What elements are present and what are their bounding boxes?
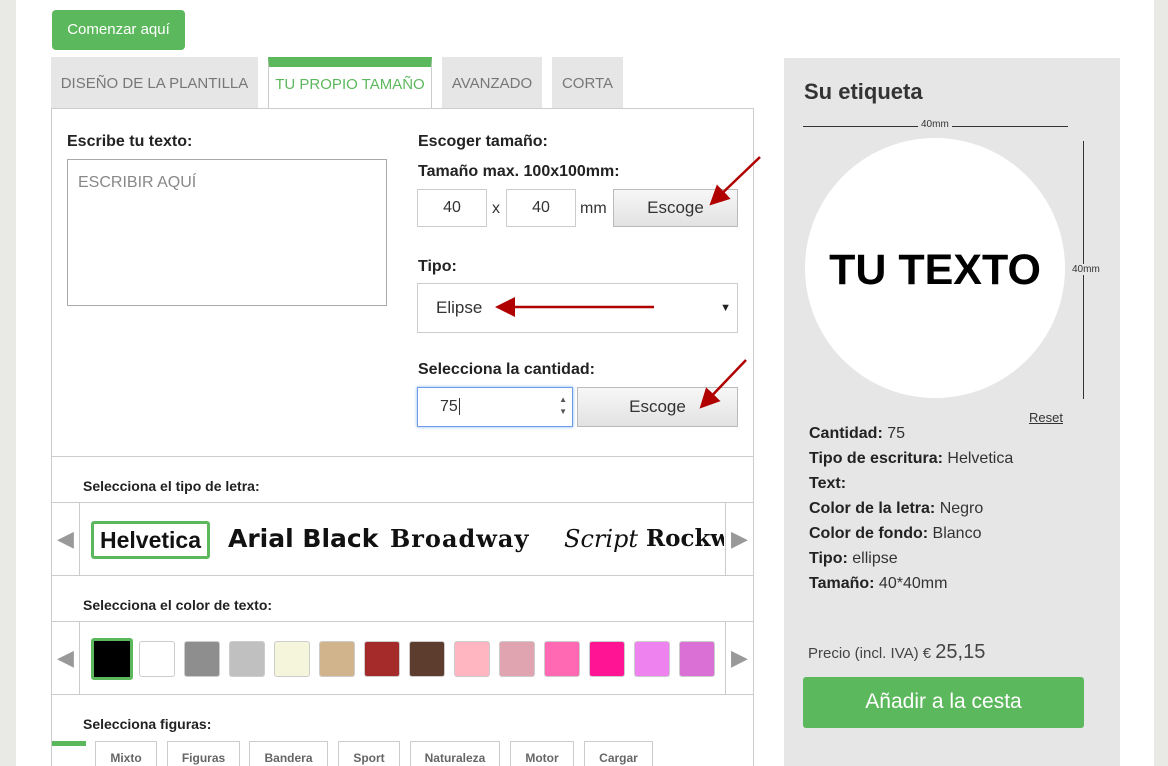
chevron-down-icon: ▼ (720, 302, 731, 314)
width-input[interactable]: 40 (417, 189, 487, 227)
size-unit: mm (580, 200, 607, 217)
font-label: Selecciona el tipo de letra: (83, 478, 260, 494)
color-swatch[interactable] (319, 641, 355, 677)
tab-cut[interactable]: CORTA (552, 57, 623, 109)
price-label: Precio (incl. IVA) € (808, 645, 932, 662)
text-label: Escribe tu texto: (67, 133, 193, 150)
shapes-tab-indicator (52, 741, 86, 766)
font-option-script[interactable]: Script (564, 521, 638, 559)
color-swatch[interactable] (634, 641, 670, 677)
type-select[interactable]: Elipse ▼ (417, 283, 738, 333)
font-option-broadway[interactable]: Broadway (390, 521, 529, 559)
tab-advanced[interactable]: AVANZADO (442, 57, 542, 109)
height-dimension-label: 40mm (1069, 264, 1103, 275)
size-separator: x (492, 200, 500, 217)
color-swatch[interactable] (589, 641, 625, 677)
font-option-rockwell[interactable]: Rockwe (646, 521, 724, 559)
chevron-right-icon[interactable]: ▶ (725, 622, 753, 694)
price: Precio (incl. IVA) € 25,15 (808, 641, 985, 664)
shapes-tab-naturaleza[interactable]: Naturaleza (410, 741, 500, 766)
color-swatch[interactable] (679, 641, 715, 677)
order-details: Cantidad: 75 Tipo de escritura: Helvetic… (809, 421, 1013, 596)
chevron-left-icon[interactable]: ◀ (52, 622, 80, 694)
detail-type: Tipo: ellipse (809, 550, 898, 567)
height-input[interactable]: 40 (506, 189, 576, 227)
section-divider (52, 456, 753, 457)
price-amount: 25,15 (935, 641, 986, 663)
color-swatch[interactable] (229, 641, 265, 677)
type-label: Tipo: (418, 258, 457, 275)
preview-title: Su etiqueta (804, 79, 923, 104)
color-swatch[interactable] (184, 641, 220, 677)
max-size-label: Tamaño max. 100x100mm: (418, 163, 620, 180)
font-option-arial-black[interactable]: Arial Black (228, 521, 378, 559)
size-label: Escoger tamaño: (418, 133, 548, 150)
reset-link[interactable]: Reset (1029, 410, 1063, 425)
text-cursor (458, 398, 460, 415)
detail-font: Tipo de escritura: Helvetica (809, 450, 1014, 467)
chevron-left-icon[interactable]: ◀ (52, 503, 80, 575)
add-to-cart-button[interactable]: Añadir a la cesta (803, 677, 1084, 728)
color-carousel: ◀ ▶ (52, 621, 753, 695)
choose-size-button[interactable]: Escoge (613, 189, 738, 227)
color-swatch[interactable] (139, 641, 175, 677)
detail-text-color: Color de la letra: Negro (809, 500, 984, 517)
editor-panel: Escribe tu texto: ESCRIBIR AQUÍ Escoger … (51, 108, 754, 766)
color-swatch[interactable] (364, 641, 400, 677)
color-swatch[interactable] (409, 641, 445, 677)
chevron-right-icon[interactable]: ▶ (725, 503, 753, 575)
detail-size: Tamaño: 40*40mm (809, 575, 948, 592)
label-preview-ellipse: TU TEXTO (805, 138, 1065, 398)
quantity-label: Selecciona la cantidad: (418, 361, 595, 378)
color-swatch[interactable] (274, 641, 310, 677)
shapes-tab-sport[interactable]: Sport (338, 741, 400, 766)
font-option-helvetica[interactable]: Helvetica (91, 521, 211, 559)
shapes-label: Selecciona figuras: (83, 716, 212, 732)
text-input[interactable]: ESCRIBIR AQUÍ (67, 159, 387, 306)
shapes-tab-motor[interactable]: Motor (510, 741, 574, 766)
spinner-arrows-icon[interactable]: ▲ ▼ (559, 394, 567, 418)
quantity-stepper[interactable]: 75 ▲ ▼ (417, 387, 573, 427)
label-preview-sidebar: Su etiqueta 40mm 40mm TU TEXTO Reset Can… (784, 58, 1120, 766)
color-swatch-list (81, 622, 724, 694)
start-here-button[interactable]: Comenzar aquí (52, 10, 185, 50)
color-swatch[interactable] (499, 641, 535, 677)
shapes-tab-figuras[interactable]: Figuras (167, 741, 240, 766)
shapes-tab-mixto[interactable]: Mixto (95, 741, 157, 766)
tab-template-design[interactable]: DISEÑO DE LA PLANTILLA (51, 57, 258, 109)
tab-own-size[interactable]: TU PROPIO TAMAÑO (268, 57, 432, 110)
color-swatch[interactable] (454, 641, 490, 677)
font-carousel: ◀ Helvetica Arial Black Broadway Script … (52, 502, 753, 576)
quantity-value: 75 (440, 398, 458, 415)
shapes-tab-bandera[interactable]: Bandera (249, 741, 328, 766)
preview-text: TU TEXTO (829, 246, 1041, 294)
color-swatch[interactable] (544, 641, 580, 677)
color-swatch[interactable] (91, 638, 133, 680)
type-select-value: Elipse (436, 298, 483, 317)
choose-quantity-button[interactable]: Escoge (577, 387, 738, 427)
detail-text: Text: (809, 475, 847, 492)
detail-quantity: Cantidad: 75 (809, 425, 906, 442)
detail-background-color: Color de fondo: Blanco (809, 525, 982, 542)
font-list: Helvetica Arial Black Broadway Script Ro… (81, 503, 724, 575)
color-label: Selecciona el color de texto: (83, 597, 273, 613)
width-dimension-label: 40mm (918, 119, 952, 130)
shapes-tab-cargar[interactable]: Cargar (584, 741, 653, 766)
